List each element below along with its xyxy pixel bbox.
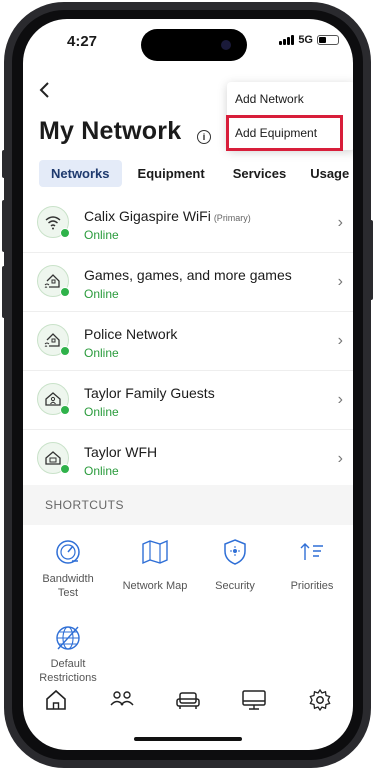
online-dot (60, 405, 70, 415)
app-screen: 4:27 5G My Network i Add Network Add Equ… (23, 19, 353, 750)
camera-dot (221, 40, 231, 50)
network-status: Online (84, 287, 119, 301)
shortcut-label: Priorities (290, 580, 334, 592)
network-status: Online (84, 464, 119, 478)
network-row[interactable]: Calix Gigaspire WiFi (Primary) Online › (23, 194, 353, 253)
online-dot (60, 228, 70, 238)
people-icon[interactable] (102, 686, 142, 714)
speedometer-icon (56, 540, 80, 564)
shortcut-bandwidth-test[interactable]: Bandwidth Test (29, 538, 107, 600)
home-office-icon (37, 442, 70, 474)
home-icon[interactable] (36, 686, 76, 714)
home-wifi-icon (37, 324, 70, 356)
network-name: Taylor Family Guests (84, 385, 215, 401)
online-dot (60, 346, 70, 356)
info-icon[interactable]: i (197, 130, 211, 144)
tab-bar: Networks Equipment Services Usage (39, 160, 353, 187)
side-button-left-1 (2, 150, 6, 178)
shortcut-label: Bandwidth Test (42, 573, 94, 599)
home-indicator[interactable] (134, 737, 242, 741)
network-name: Police Network (84, 326, 178, 342)
chevron-right-icon: › (337, 450, 343, 467)
network-status: Online (84, 228, 119, 242)
shortcut-label: Network Map (122, 580, 188, 592)
side-button-left-3 (2, 266, 6, 318)
menu-item-add-network[interactable]: Add Network (227, 82, 353, 116)
chevron-right-icon: › (337, 391, 343, 408)
map-icon (142, 539, 168, 565)
network-row[interactable]: Taylor WFH Online › (23, 430, 353, 488)
dynamic-island (141, 29, 247, 61)
online-dot (60, 287, 70, 297)
priority-sort-icon (300, 543, 323, 560)
shortcut-security[interactable]: Security (196, 538, 274, 593)
shortcut-label: Security (215, 580, 255, 592)
side-button-left-2 (2, 200, 6, 252)
wifi-icon (37, 206, 70, 238)
settings-gear-icon[interactable] (300, 686, 340, 714)
tab-networks[interactable]: Networks (39, 160, 122, 187)
highlight-box (226, 115, 343, 151)
shortcuts-header: SHORTCUTS (23, 485, 353, 525)
globe-restricted-icon (56, 626, 80, 650)
network-name: Taylor WFH (84, 444, 158, 460)
primary-tag: (Primary) (213, 213, 251, 223)
network-list: Calix Gigaspire WiFi (Primary) Online › G… (23, 194, 353, 488)
network-name: Calix Gigaspire WiFi (Primary) (84, 208, 251, 224)
network-row[interactable]: Taylor Family Guests Online › (23, 371, 353, 430)
couch-icon[interactable] (168, 686, 208, 714)
back-chevron-icon[interactable] (38, 79, 52, 105)
shield-icon (224, 539, 246, 565)
network-status: Online (84, 346, 119, 360)
shortcut-network-map[interactable]: Network Map (116, 538, 194, 593)
status-time: 4:27 (67, 33, 98, 50)
signal-bars-icon (279, 35, 295, 45)
home-guest-icon (37, 383, 70, 415)
tab-usage[interactable]: Usage (298, 160, 353, 187)
bottom-nav (23, 686, 353, 714)
tab-services[interactable]: Services (221, 160, 299, 187)
shortcuts-title: SHORTCUTS (45, 498, 124, 512)
online-dot (60, 464, 70, 474)
network-row[interactable]: Police Network Online › (23, 312, 353, 371)
page-title: My Network (39, 117, 182, 145)
chevron-right-icon: › (337, 273, 343, 290)
shortcut-default-restrictions[interactable]: Default Restrictions (29, 623, 107, 685)
chevron-right-icon: › (337, 332, 343, 349)
tab-equipment[interactable]: Equipment (126, 160, 217, 187)
network-name: Games, games, and more games (84, 267, 292, 283)
status-indicators: 5G (279, 34, 339, 46)
network-name-text: Calix Gigaspire WiFi (84, 208, 211, 224)
monitor-icon[interactable] (234, 686, 274, 714)
shortcut-priorities[interactable]: Priorities (273, 538, 351, 593)
chevron-right-icon: › (337, 214, 343, 231)
side-button-right (369, 220, 373, 300)
network-status: Online (84, 405, 119, 419)
network-type: 5G (298, 34, 313, 46)
shortcut-label: Default Restrictions (39, 658, 97, 684)
network-row[interactable]: Games, games, and more games Online › (23, 253, 353, 312)
battery-icon (317, 35, 339, 45)
home-wifi-icon (37, 265, 70, 297)
